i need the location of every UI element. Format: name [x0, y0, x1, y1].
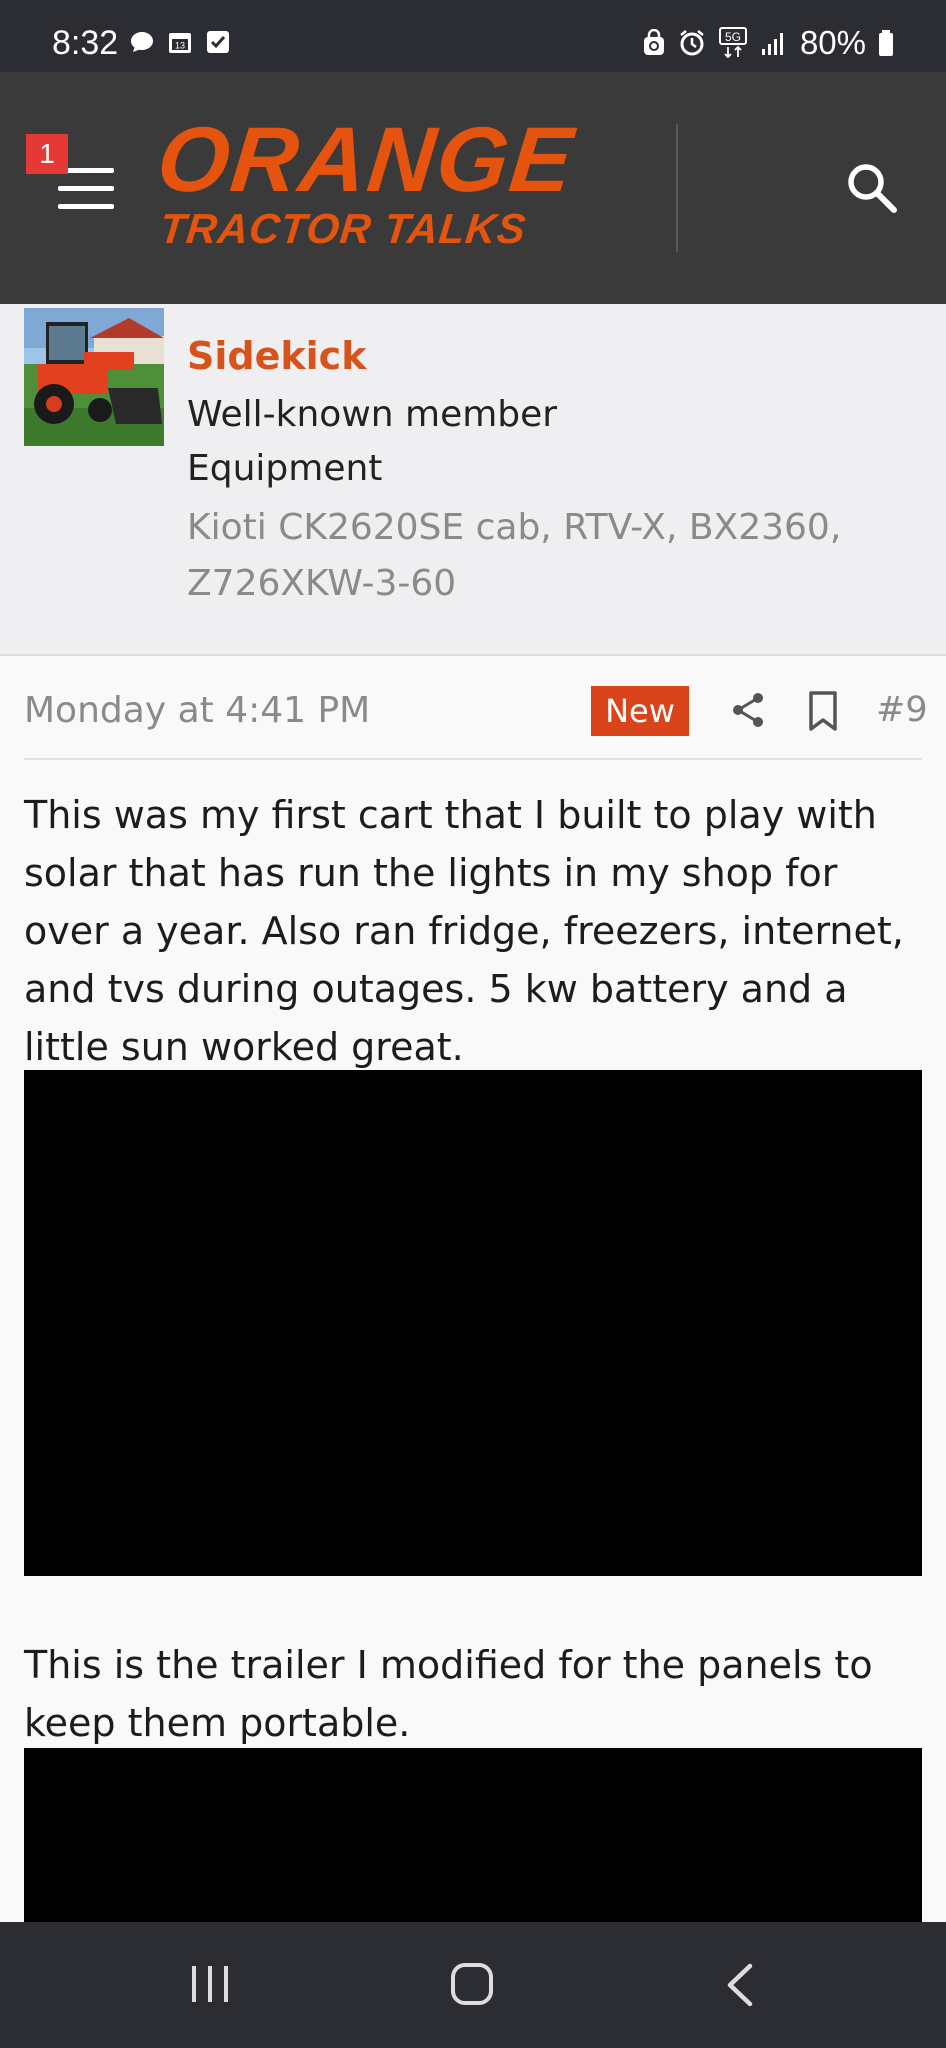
battery-percent: 80% — [799, 24, 866, 61]
calendar-icon: 13 — [169, 33, 191, 53]
header-divider — [676, 124, 678, 252]
chat-bubble-icon — [131, 32, 153, 52]
menu-icon-bar — [58, 186, 114, 191]
system-nav-bar — [0, 1922, 946, 2048]
avatar-tractor-image — [24, 308, 164, 446]
menu-icon-bar — [58, 204, 114, 209]
back-icon[interactable] — [722, 1962, 758, 2008]
logo-line-orange: ORANGE — [152, 109, 580, 211]
recent-apps-icon[interactable] — [188, 1962, 232, 2006]
battery-icon — [879, 30, 893, 56]
post-meta: Monday at 4:41 PM New #9 — [24, 656, 928, 760]
post-paragraph: This was my first cart that I built to p… — [24, 793, 904, 1069]
logo-line-tractor-talks: TRACTOR TALKS — [157, 205, 529, 252]
new-badge: New — [591, 686, 689, 736]
site-logo[interactable]: ORANGE TRACTOR TALKS — [153, 109, 628, 252]
member-title: Well-known member — [187, 394, 558, 435]
menu-button[interactable] — [58, 168, 114, 210]
avatar[interactable] — [24, 308, 164, 446]
signal-icon — [761, 33, 783, 55]
status-notification-icons: 13 — [128, 28, 232, 56]
home-icon[interactable] — [450, 1962, 494, 2006]
status-time: 8:32 — [52, 24, 119, 62]
equipment-label: Equipment — [187, 448, 383, 489]
notification-badge[interactable]: 1 — [26, 134, 68, 174]
post-date[interactable]: Monday at 4:41 PM — [24, 690, 370, 731]
search-icon[interactable] — [842, 158, 902, 218]
member-info: Sidekick Well-known member Equipment Kio… — [0, 304, 946, 656]
bookmark-icon[interactable] — [806, 690, 840, 732]
equipment-value: Kioti CK2620SE cab, RTV-X, BX2360, Z726X… — [187, 507, 842, 604]
checkbox-icon — [207, 31, 229, 53]
svg-text:13: 13 — [175, 41, 185, 51]
sync-lock-icon — [643, 29, 664, 55]
post-image[interactable] — [24, 1748, 922, 1922]
alarm-icon — [680, 30, 704, 56]
post-image[interactable] — [24, 1070, 922, 1576]
share-icon[interactable] — [730, 690, 766, 730]
network-5g-icon: 5G — [718, 27, 747, 59]
post-paragraph: This is the trailer I modified for the p… — [24, 1643, 873, 1745]
member-name-link[interactable]: Sidekick — [187, 334, 366, 378]
post: Monday at 4:41 PM New #9 This was my fir… — [0, 656, 946, 1922]
post-number-link[interactable]: #9 — [876, 690, 928, 730]
status-system-icons: 5G 80% — [642, 24, 894, 62]
status-bar: 8:32 13 5G 80% — [0, 0, 946, 72]
svg-text:5G: 5G — [725, 30, 741, 44]
